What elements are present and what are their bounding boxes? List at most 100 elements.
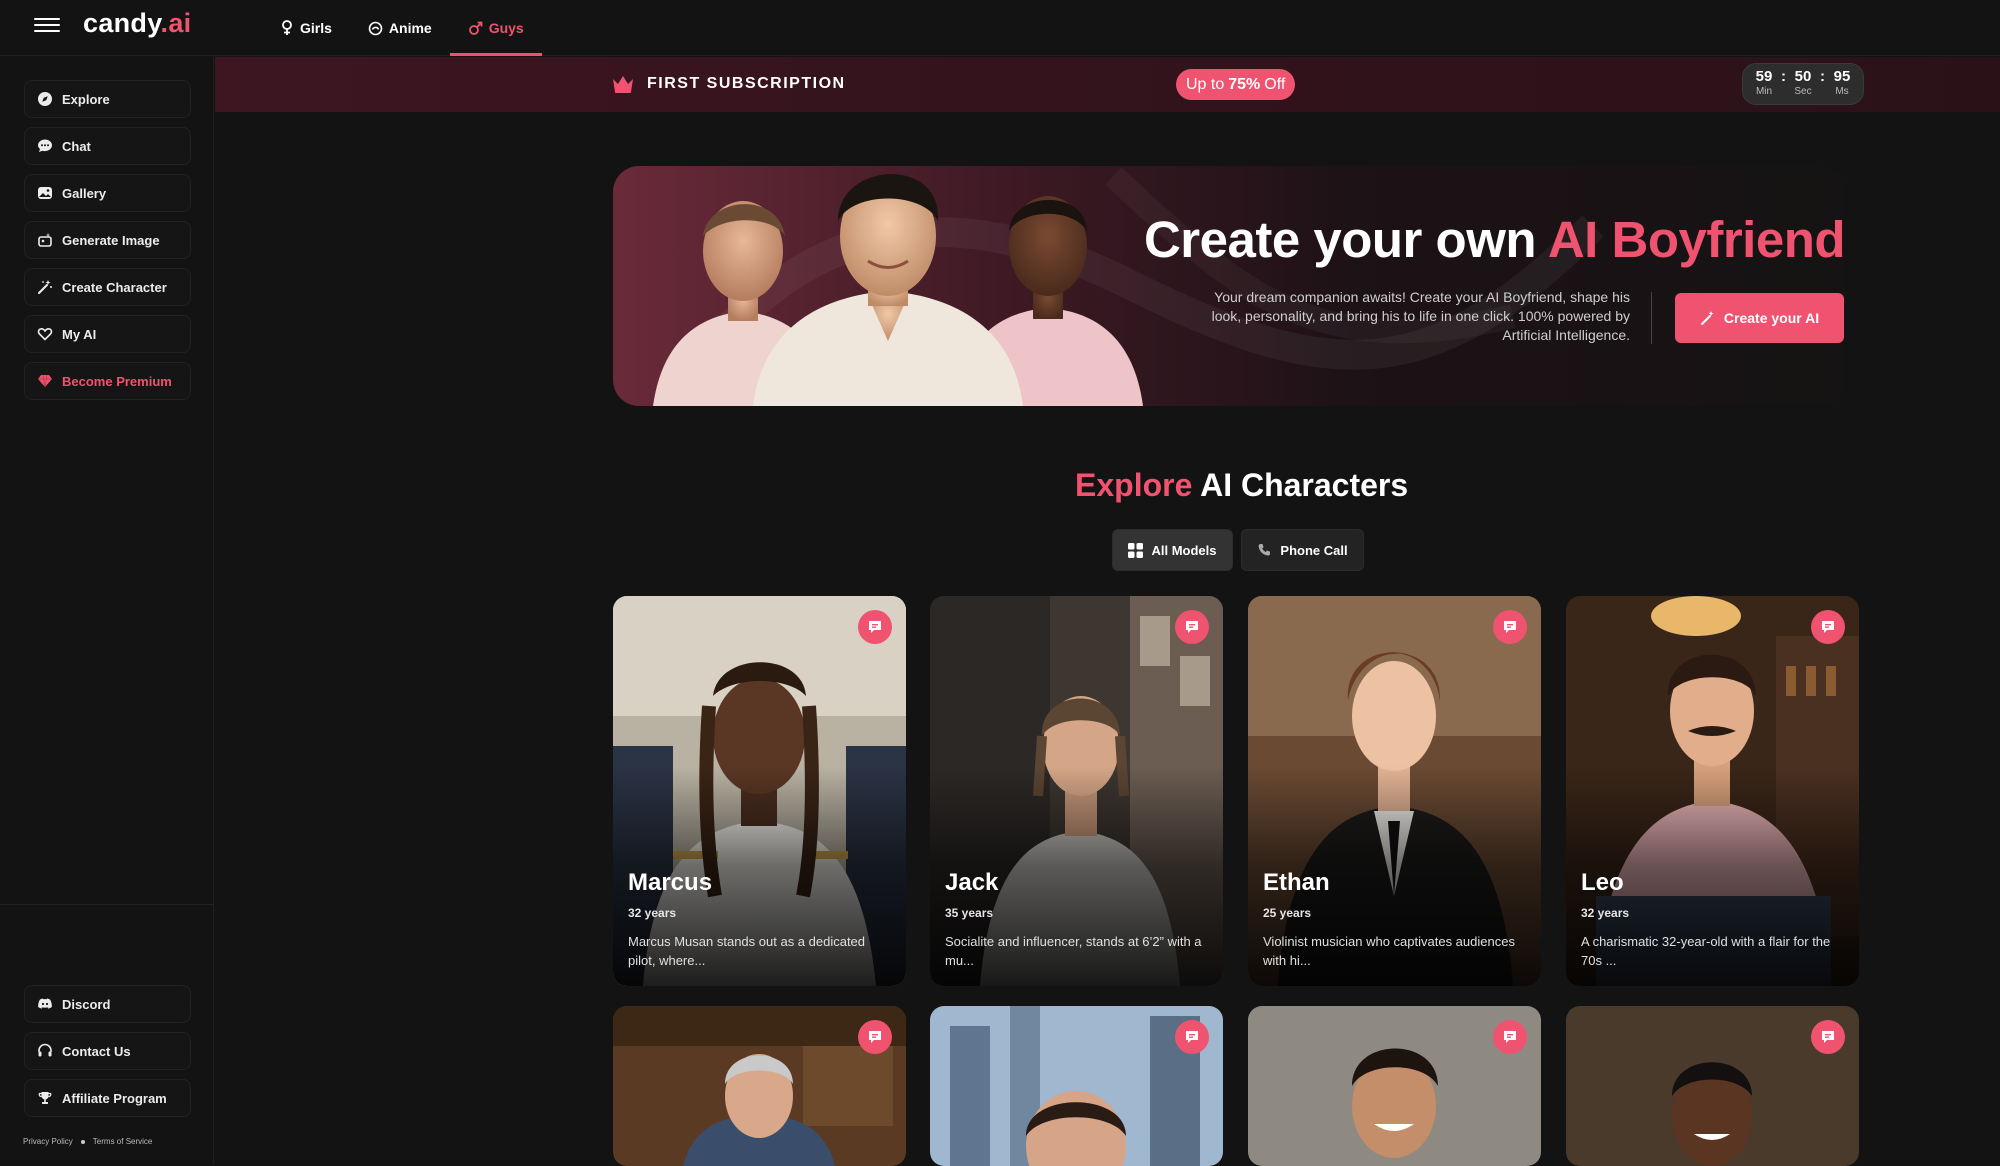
logo[interactable]: candy.ai xyxy=(83,8,191,39)
timer-separator: : xyxy=(1820,68,1825,85)
anime-icon xyxy=(368,21,383,36)
create-ai-button-label: Create your AI xyxy=(1723,310,1820,326)
grid-icon xyxy=(1128,542,1144,558)
sidebar-item-generate-image[interactable]: Generate Image xyxy=(24,221,191,259)
timer-seconds-label: Sec xyxy=(1794,86,1812,97)
timer-seconds: 50 Sec xyxy=(1790,68,1816,98)
sidebar-item-label: Explore xyxy=(62,91,110,107)
promo-title: FIRST SUBSCRIPTION xyxy=(647,75,846,92)
filter-all-models[interactable]: All Models xyxy=(1112,529,1233,571)
tab-guys-label: Guys xyxy=(488,20,524,36)
sidebar-item-label: Create Character xyxy=(62,279,167,295)
discount-badge[interactable]: Up to 75% Off xyxy=(1176,69,1296,100)
countdown-timer: 59 Min : 50 Sec : 95 Ms xyxy=(1742,63,1864,105)
chat-bubble-icon[interactable] xyxy=(1811,1020,1845,1054)
character-description: Marcus Musan stands out as a dedicated p… xyxy=(628,934,866,968)
chat-bubble-icon[interactable] xyxy=(1493,1020,1527,1054)
terms-of-service-link[interactable]: Terms of Service xyxy=(93,1137,153,1146)
character-age: 25 years xyxy=(1263,906,1312,920)
chat-bubble-icon[interactable] xyxy=(1811,610,1845,644)
hero-title-highlight: AI Boyfriend xyxy=(1547,211,1846,268)
chat-bubble-icon[interactable] xyxy=(1175,1020,1209,1054)
tab-girls-label: Girls xyxy=(300,20,332,36)
trophy-icon xyxy=(37,1090,53,1106)
top-bar: candy.ai Girls Anime Guys xyxy=(0,0,2000,56)
sidebar-item-create-character[interactable]: Create Character xyxy=(24,268,191,306)
logo-tld: .ai xyxy=(160,8,192,38)
sidebar-item-become-premium[interactable]: Become Premium xyxy=(24,362,191,400)
timer-minutes-label: Min xyxy=(1755,86,1773,97)
character-description: Socialite and influencer, stands at 6’2”… xyxy=(945,934,1202,968)
discount-prefix: Up to xyxy=(1186,75,1225,93)
timer-ms-value: 95 xyxy=(1833,68,1851,85)
character-card[interactable] xyxy=(930,1006,1223,1166)
character-name: Ethan xyxy=(1263,869,1330,896)
sidebar-item-label: Gallery xyxy=(62,185,107,201)
discord-icon xyxy=(37,996,53,1012)
tab-anime[interactable]: Anime xyxy=(350,0,450,56)
hero-image xyxy=(653,167,1604,406)
chat-bubble-icon[interactable] xyxy=(858,610,892,644)
character-card[interactable] xyxy=(1566,1006,1859,1166)
character-age: 32 years xyxy=(1581,906,1630,920)
hero-title-prefix: Create your own xyxy=(1143,211,1537,268)
character-card-leo[interactable]: Leo 32 years A charismatic 32-year-old w… xyxy=(1566,596,1859,986)
filter-phone-call-label: Phone Call xyxy=(1280,542,1348,558)
timer-seconds-value: 50 xyxy=(1794,68,1812,85)
headset-icon xyxy=(37,1043,53,1059)
category-tabs: Girls Anime Guys xyxy=(262,0,542,56)
character-card[interactable] xyxy=(613,1006,906,1166)
magic-wand-icon xyxy=(1700,310,1716,326)
explore-heading-rest: AI Characters xyxy=(1200,467,1409,503)
hero-banner xyxy=(613,166,1845,406)
create-ai-button[interactable]: Create your AI xyxy=(1675,293,1844,343)
character-description: A charismatic 32-year-old with a flair f… xyxy=(1581,934,1831,968)
character-name: Jack xyxy=(945,869,999,896)
tab-girls[interactable]: Girls xyxy=(262,0,350,56)
chat-icon xyxy=(37,138,53,154)
privacy-policy-link[interactable]: Privacy Policy xyxy=(23,1137,73,1146)
crown-icon xyxy=(611,74,635,94)
sidebar-item-affiliate-program[interactable]: Affiliate Program xyxy=(24,1079,191,1117)
character-card-marcus[interactable]: Marcus 32 years Marcus Musan stands out … xyxy=(613,596,906,986)
chat-bubble-icon[interactable] xyxy=(1175,610,1209,644)
character-card[interactable] xyxy=(1248,1006,1541,1166)
explore-heading: Explore AI Characters xyxy=(1075,467,1409,504)
sidebar-item-label: Generate Image xyxy=(62,232,160,248)
hero-divider xyxy=(1651,292,1652,344)
sidebar-item-gallery[interactable]: Gallery xyxy=(24,174,191,212)
sidebar-divider xyxy=(0,904,214,905)
sidebar-item-contact-us[interactable]: Contact Us xyxy=(24,1032,191,1070)
sidebar-item-label: Discord xyxy=(62,996,111,1012)
promo-banner: FIRST SUBSCRIPTION Up to 75% Off 59 Min :… xyxy=(215,57,2000,112)
tab-guys[interactable]: Guys xyxy=(449,0,542,56)
timer-milliseconds: 95 Ms xyxy=(1829,68,1855,98)
sidebar-item-label: Chat xyxy=(62,138,91,154)
sidebar-item-label: Affiliate Program xyxy=(62,1090,167,1106)
heart-hands-icon xyxy=(37,326,53,342)
menu-icon[interactable] xyxy=(34,14,60,36)
timer-minutes: 59 Min xyxy=(1751,68,1777,98)
chat-bubble-icon[interactable] xyxy=(858,1020,892,1054)
character-description: Violinist musician who captivates audien… xyxy=(1263,934,1515,968)
logo-brand: candy xyxy=(83,8,161,38)
character-age: 35 years xyxy=(945,906,994,920)
phone-icon xyxy=(1257,543,1272,558)
hero-headline: Create your own AI Boyfriend xyxy=(1100,210,1846,269)
sidebar-item-chat[interactable]: Chat xyxy=(24,127,191,165)
sidebar-item-discord[interactable]: Discord xyxy=(24,985,191,1023)
character-card-ethan[interactable]: Ethan 25 years Violinist musician who ca… xyxy=(1248,596,1541,986)
character-name: Leo xyxy=(1581,869,1624,896)
character-name: Marcus xyxy=(628,869,713,896)
filter-all-models-label: All Models xyxy=(1151,542,1217,558)
discount-suffix: Off xyxy=(1264,75,1286,93)
sidebar-item-explore[interactable]: Explore xyxy=(24,80,191,118)
sidebar-item-my-ai[interactable]: My AI xyxy=(24,315,191,353)
male-icon xyxy=(468,21,483,36)
filter-phone-call[interactable]: Phone Call xyxy=(1241,529,1364,571)
timer-separator: : xyxy=(1781,68,1786,85)
character-card-jack[interactable]: Jack 35 years Socialite and influencer, … xyxy=(930,596,1223,986)
female-icon xyxy=(280,20,294,36)
chat-bubble-icon[interactable] xyxy=(1493,610,1527,644)
legal-links: Privacy Policy Terms of Service xyxy=(23,1137,152,1146)
